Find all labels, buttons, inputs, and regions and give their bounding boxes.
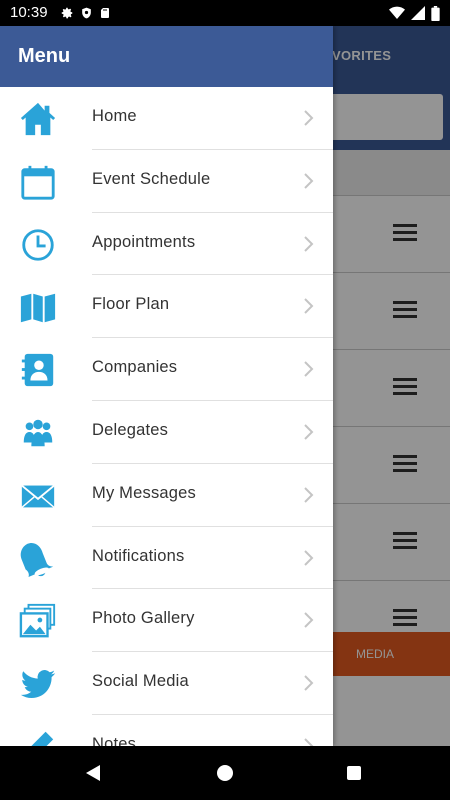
twitter-icon bbox=[18, 664, 58, 704]
home-button-icon[interactable] bbox=[217, 765, 233, 781]
back-icon[interactable] bbox=[85, 764, 101, 782]
navigation-drawer: Menu Home Event Schedule Appointments Fl… bbox=[0, 26, 333, 746]
gear-icon bbox=[61, 7, 73, 19]
chevron-right-icon bbox=[304, 424, 314, 440]
wifi-icon bbox=[389, 6, 405, 19]
status-time: 10:39 bbox=[10, 4, 48, 21]
menu-list: Home Event Schedule Appointments Floor P… bbox=[0, 87, 333, 746]
menu-item-label: Companies bbox=[92, 358, 178, 377]
menu-item-label: My Messages bbox=[92, 483, 196, 502]
chevron-right-icon bbox=[304, 235, 314, 252]
menu-item-social-media[interactable]: Social Media bbox=[0, 652, 333, 715]
menu-item-floor-plan[interactable]: Floor Plan bbox=[0, 275, 333, 339]
menu-item-label: Appointments bbox=[92, 232, 196, 251]
menu-item-label: Floor Plan bbox=[92, 295, 170, 314]
bell-icon bbox=[18, 539, 58, 579]
home-icon bbox=[18, 99, 58, 139]
menu-item-home[interactable]: Home bbox=[0, 87, 333, 150]
contact-book-icon bbox=[18, 350, 58, 390]
chevron-right-icon bbox=[304, 549, 314, 566]
menu-item-label: Home bbox=[92, 107, 137, 125]
recents-icon[interactable] bbox=[347, 766, 361, 780]
battery-icon bbox=[431, 5, 440, 21]
shield-icon bbox=[82, 7, 91, 19]
menu-item-label: Notes bbox=[92, 734, 137, 746]
menu-item-photo-gallery[interactable]: Photo Gallery bbox=[0, 589, 333, 653]
chevron-right-icon bbox=[304, 361, 314, 377]
chevron-right-icon bbox=[304, 298, 314, 315]
menu-item-companies[interactable]: Companies bbox=[0, 338, 333, 401]
menu-item-event-schedule[interactable]: Event Schedule bbox=[0, 150, 333, 213]
menu-item-notifications[interactable]: Notifications bbox=[0, 527, 333, 590]
pencil-icon bbox=[18, 727, 58, 746]
menu-item-appointments[interactable]: Appointments bbox=[0, 213, 333, 276]
menu-item-label: Notifications bbox=[92, 546, 185, 565]
sd-card-icon bbox=[101, 8, 109, 18]
menu-item-label: Photo Gallery bbox=[92, 609, 195, 628]
chevron-right-icon bbox=[304, 487, 314, 503]
system-navigation-bar bbox=[0, 746, 450, 800]
envelope-icon bbox=[18, 476, 58, 516]
chevron-right-icon bbox=[304, 612, 314, 629]
chevron-right-icon bbox=[304, 110, 314, 126]
menu-item-label: Social Media bbox=[92, 672, 189, 691]
menu-item-label: Delegates bbox=[92, 420, 169, 439]
status-bar: 10:39 bbox=[0, 0, 450, 26]
photo-gallery-icon bbox=[18, 601, 58, 641]
drawer-title: Menu bbox=[0, 26, 333, 87]
chevron-right-icon bbox=[304, 173, 314, 189]
map-icon bbox=[18, 287, 58, 327]
menu-item-label: Event Schedule bbox=[92, 169, 211, 188]
clock-icon bbox=[18, 225, 58, 265]
cellular-icon bbox=[411, 6, 425, 20]
menu-item-notes[interactable]: Notes bbox=[0, 715, 333, 746]
menu-item-delegates[interactable]: Delegates bbox=[0, 401, 333, 464]
menu-item-my-messages[interactable]: My Messages bbox=[0, 464, 333, 527]
chevron-right-icon bbox=[304, 675, 314, 691]
chevron-right-icon bbox=[304, 738, 314, 746]
people-icon bbox=[18, 413, 58, 453]
calendar-icon bbox=[18, 162, 58, 202]
